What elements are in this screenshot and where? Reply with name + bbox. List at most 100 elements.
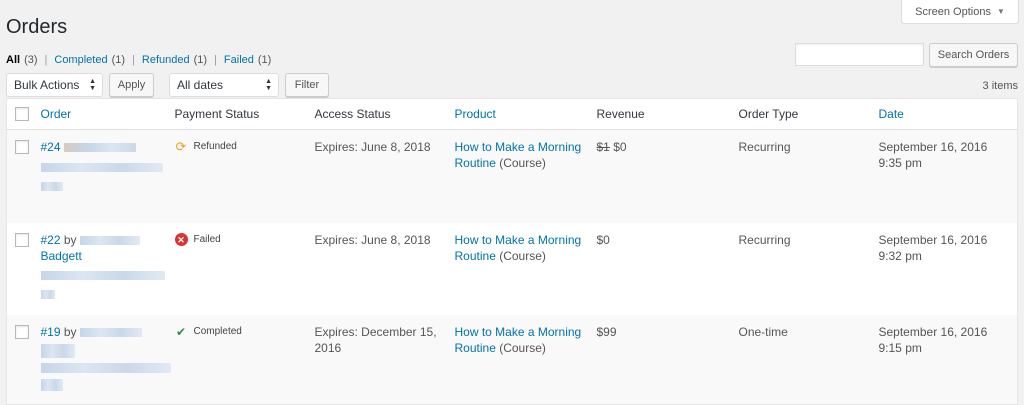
revenue-value: $0	[596, 232, 610, 247]
order-time: 9:35 pm	[878, 156, 922, 170]
payment-status-label: Completed	[193, 325, 242, 337]
revenue-value: $99	[596, 324, 617, 339]
column-date[interactable]: Date	[878, 98, 1018, 130]
access-status-cell: Expires: June 8, 2018	[314, 232, 431, 247]
redacted-email	[40, 270, 165, 280]
payment-status-cell: ✔ Completed	[174, 314, 315, 405]
access-status-cell: Expires: June 8, 2018	[314, 129, 455, 223]
row-checkbox[interactable]	[15, 140, 29, 154]
order-date: September 16, 2016	[878, 324, 988, 339]
orders-table: Order Payment Status Access Status Produ…	[6, 98, 1018, 405]
order-id-link[interactable]: #19	[41, 325, 61, 339]
caret-down-icon: ▼	[996, 7, 1005, 16]
row-checkbox-cell	[7, 223, 33, 315]
order-by-label: by	[63, 324, 77, 339]
select-arrows-icon: ▲ ▼	[265, 78, 272, 92]
order-cell: #22 by Badgett	[33, 223, 175, 315]
bulk-actions-value: Bulk Actions	[14, 78, 80, 92]
select-arrows-icon: ▲ ▼	[89, 78, 96, 92]
order-type-cell: One-time	[738, 314, 879, 405]
filter-refunded-link[interactable]: Refunded	[142, 54, 190, 66]
product-cell: How to Make a Morning Routine (Course)	[455, 223, 597, 315]
row-checkbox-cell	[6, 314, 33, 405]
row-checkbox-cell	[6, 129, 33, 223]
product-type: (Course)	[499, 248, 546, 263]
filter-refunded-count: (1)	[193, 54, 208, 66]
order-time: 9:15 pm	[878, 340, 922, 355]
table-header-row: Order Payment Status Access Status Produ…	[6, 98, 1018, 130]
filter-separator: |	[44, 54, 48, 66]
redacted-email	[40, 363, 171, 374]
row-checkbox[interactable]	[15, 324, 29, 339]
order-date: September 16, 2016	[878, 232, 988, 247]
completed-icon: ✔	[175, 324, 187, 339]
redacted-text	[40, 379, 63, 392]
product-link[interactable]: Routine	[455, 341, 496, 355]
revenue-value: $0	[613, 140, 627, 154]
product-link[interactable]: Routine	[455, 156, 496, 170]
select-all-checkbox[interactable]	[15, 106, 29, 121]
order-time: 9:32 pm	[878, 248, 922, 263]
order-type-cell: Recurring	[738, 129, 879, 223]
bulk-actions-select[interactable]: Bulk Actions ▲ ▼	[6, 73, 103, 97]
revenue-cell: $99	[596, 314, 739, 405]
original-revenue: $1	[596, 140, 610, 154]
apply-button[interactable]: Apply	[109, 73, 154, 97]
screen-options-label: Screen Options	[915, 5, 991, 18]
row-checkbox[interactable]	[15, 232, 29, 247]
redacted-text	[40, 344, 75, 359]
product-cell: How to Make a Morning Routine (Course)	[454, 314, 597, 405]
order-cell: #24	[32, 129, 175, 223]
revenue-cell: $0	[597, 223, 739, 315]
filter-all-link[interactable]: All	[6, 54, 20, 66]
payment-status-cell: ⟳ Refunded	[174, 129, 315, 223]
column-product[interactable]: Product	[454, 98, 597, 130]
screen-options-button[interactable]: Screen Options ▼	[901, 0, 1019, 24]
redacted-customer	[63, 143, 136, 153]
filter-button[interactable]: Filter	[285, 73, 329, 97]
column-payment-status: Payment Status	[174, 98, 315, 130]
date-cell: September 16, 2016 9:15 pm	[878, 314, 1018, 405]
filter-failed-count: (1)	[257, 54, 272, 66]
payment-status-cell: ✕ Failed	[174, 223, 315, 315]
column-revenue: Revenue	[596, 98, 739, 130]
order-type-cell: Recurring	[738, 232, 791, 247]
product-link[interactable]: How to Make a Morning	[455, 140, 582, 154]
customer-link[interactable]: Badgett	[41, 249, 82, 263]
date-cell: September 16, 2016 9:32 pm	[879, 223, 1018, 315]
order-by-label: by	[63, 232, 77, 247]
revenue-cell: $1 $0	[596, 129, 739, 223]
redacted-text	[40, 289, 55, 299]
status-filter-links: All (3) | Completed (1) | Refunded (1) |…	[6, 54, 271, 66]
product-cell: How to Make a Morning Routine (Course)	[454, 129, 597, 223]
refunded-icon: ⟳	[175, 139, 187, 154]
page-title: Orders	[6, 16, 68, 38]
date-cell: September 16, 2016 9:35 pm	[878, 129, 1018, 223]
filter-completed-link[interactable]: Completed	[54, 54, 107, 66]
order-cell: #19 by	[32, 314, 175, 405]
payment-status-label: Failed	[193, 233, 221, 245]
table-row: #19 by ✔ Completed Expires: December 15,…	[6, 314, 1018, 405]
order-id-link[interactable]: #24	[41, 140, 61, 154]
dates-value: All dates	[177, 78, 224, 92]
failed-icon: ✕	[174, 233, 188, 246]
redacted-customer	[79, 235, 140, 245]
table-row: #24 ⟳ Refunded Expires: June 8, 2018 How…	[6, 129, 1018, 223]
product-link[interactable]: Routine	[455, 249, 496, 263]
dates-select[interactable]: All dates ▲ ▼	[169, 73, 279, 97]
filter-separator: |	[132, 54, 135, 66]
payment-status-label: Refunded	[193, 141, 237, 152]
order-id-link[interactable]: #22	[41, 233, 61, 247]
redacted-customer	[79, 327, 142, 337]
search-orders-button[interactable]: Search Orders	[929, 43, 1018, 67]
select-all-cell	[6, 98, 33, 130]
table-row: #22 by Badgett ✕ Failed Expires: June 8,…	[7, 223, 1018, 315]
column-access-status: Access Status	[314, 98, 455, 130]
search-input[interactable]	[795, 43, 924, 66]
product-link[interactable]: How to Make a Morning	[455, 325, 582, 339]
filter-all-count: (3)	[24, 54, 38, 66]
product-link[interactable]: How to Make a Morning	[455, 233, 582, 247]
access-status-line: Expires: December 15,	[314, 324, 437, 339]
column-order[interactable]: Order	[32, 98, 175, 130]
filter-failed-link[interactable]: Failed	[224, 54, 254, 66]
